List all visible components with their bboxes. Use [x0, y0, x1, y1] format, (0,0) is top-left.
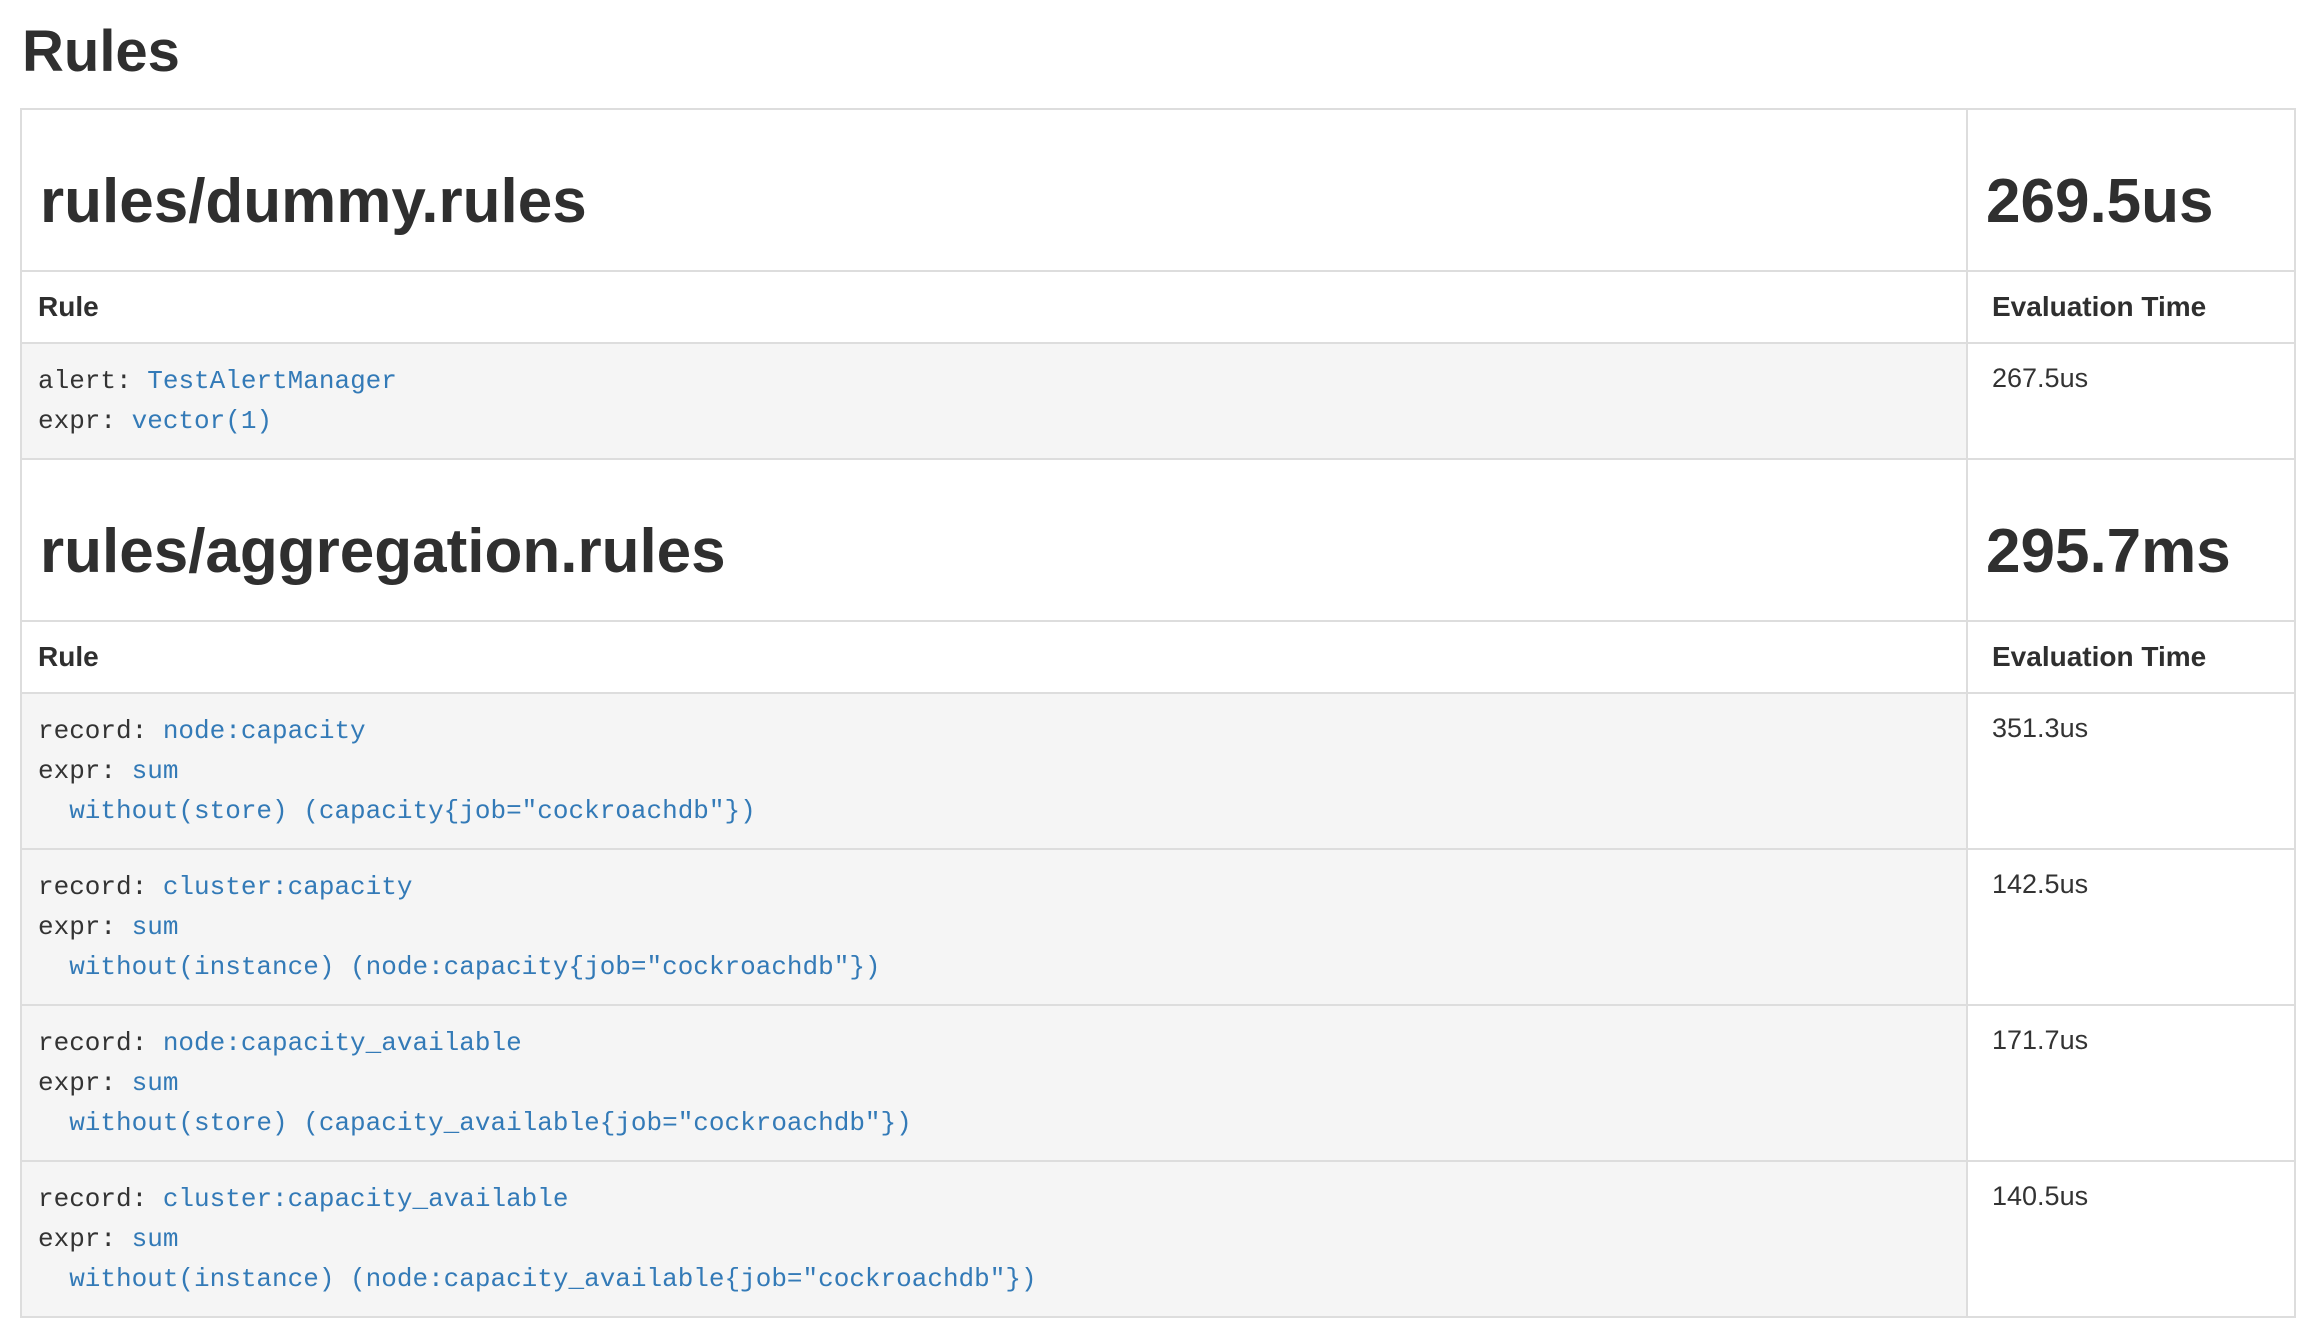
- rule-row: record: cluster:capacity expr: sum witho…: [21, 849, 2295, 1005]
- rule-code: record: cluster:capacity expr: sum witho…: [22, 850, 1966, 1004]
- expr-keyword: expr:: [38, 1224, 116, 1254]
- rule-definition-cell: record: cluster:capacity expr: sum witho…: [21, 849, 1967, 1005]
- rule-name-link[interactable]: cluster:capacity_available: [163, 1184, 569, 1214]
- rule-code: record: node:capacity_available expr: su…: [22, 1006, 1966, 1160]
- rule-eval-time: 140.5us: [1967, 1161, 2295, 1317]
- rule-type-keyword: record:: [38, 716, 147, 746]
- group-eval-cell: 269.5us: [1967, 109, 2295, 271]
- rule-column-header: Rule: [21, 271, 1967, 343]
- rule-name-link[interactable]: node:capacity_available: [163, 1028, 522, 1058]
- group-eval-time: 269.5us: [1986, 168, 2276, 236]
- rule-expr-link[interactable]: sum without(store) (capacity{job="cockro…: [38, 756, 756, 826]
- eval-time-column-header: Evaluation Time: [1967, 621, 2295, 693]
- group-name: rules/aggregation.rules: [40, 518, 1948, 586]
- rule-eval-time: 171.7us: [1967, 1005, 2295, 1161]
- rule-type-keyword: record:: [38, 872, 147, 902]
- group-name-cell: rules/aggregation.rules: [21, 459, 1967, 621]
- group-eval-cell: 295.7ms: [1967, 459, 2295, 621]
- rule-code: record: node:capacity expr: sum without(…: [22, 694, 1966, 848]
- rule-definition-cell: alert: TestAlertManager expr: vector(1): [21, 343, 1967, 459]
- rule-eval-time: 267.5us: [1967, 343, 2295, 459]
- page-title: Rules: [22, 20, 2296, 84]
- group-eval-time: 295.7ms: [1986, 518, 2276, 586]
- rule-row: record: cluster:capacity_available expr:…: [21, 1161, 2295, 1317]
- rule-definition-cell: record: node:capacity_available expr: su…: [21, 1005, 1967, 1161]
- group-name-cell: rules/dummy.rules: [21, 109, 1967, 271]
- rule-expr-link[interactable]: sum without(instance) (node:capacity_ava…: [38, 1224, 1037, 1294]
- rule-type-keyword: record:: [38, 1028, 147, 1058]
- rule-definition-cell: record: node:capacity expr: sum without(…: [21, 693, 1967, 849]
- rule-eval-time: 351.3us: [1967, 693, 2295, 849]
- column-header-row: Rule Evaluation Time: [21, 271, 2295, 343]
- rule-type-keyword: record:: [38, 1184, 147, 1214]
- rule-group-header-row: rules/dummy.rules 269.5us: [21, 109, 2295, 271]
- group-name: rules/dummy.rules: [40, 168, 1948, 236]
- rule-expr-link[interactable]: vector(1): [132, 406, 272, 436]
- expr-keyword: expr:: [38, 406, 116, 436]
- eval-time-column-header: Evaluation Time: [1967, 271, 2295, 343]
- rule-column-header: Rule: [21, 621, 1967, 693]
- rule-row: alert: TestAlertManager expr: vector(1) …: [21, 343, 2295, 459]
- column-header-row: Rule Evaluation Time: [21, 621, 2295, 693]
- rule-definition-cell: record: cluster:capacity_available expr:…: [21, 1161, 1967, 1317]
- rule-row: record: node:capacity expr: sum without(…: [21, 693, 2295, 849]
- rule-expr-link[interactable]: sum without(instance) (node:capacity{job…: [38, 912, 881, 982]
- rule-code: record: cluster:capacity_available expr:…: [22, 1162, 1966, 1316]
- rule-group-header-row: rules/aggregation.rules 295.7ms: [21, 459, 2295, 621]
- rule-row: record: node:capacity_available expr: su…: [21, 1005, 2295, 1161]
- expr-keyword: expr:: [38, 756, 116, 786]
- rule-eval-time: 142.5us: [1967, 849, 2295, 1005]
- expr-keyword: expr:: [38, 912, 116, 942]
- rule-type-keyword: alert:: [38, 366, 132, 396]
- rule-expr-link[interactable]: sum without(store) (capacity_available{j…: [38, 1068, 912, 1138]
- rules-table: rules/dummy.rules 269.5us Rule Evaluatio…: [20, 108, 2296, 1318]
- expr-keyword: expr:: [38, 1068, 116, 1098]
- rule-name-link[interactable]: node:capacity: [163, 716, 366, 746]
- rule-name-link[interactable]: TestAlertManager: [147, 366, 397, 396]
- rule-name-link[interactable]: cluster:capacity: [163, 872, 413, 902]
- rule-code: alert: TestAlertManager expr: vector(1): [22, 344, 1966, 458]
